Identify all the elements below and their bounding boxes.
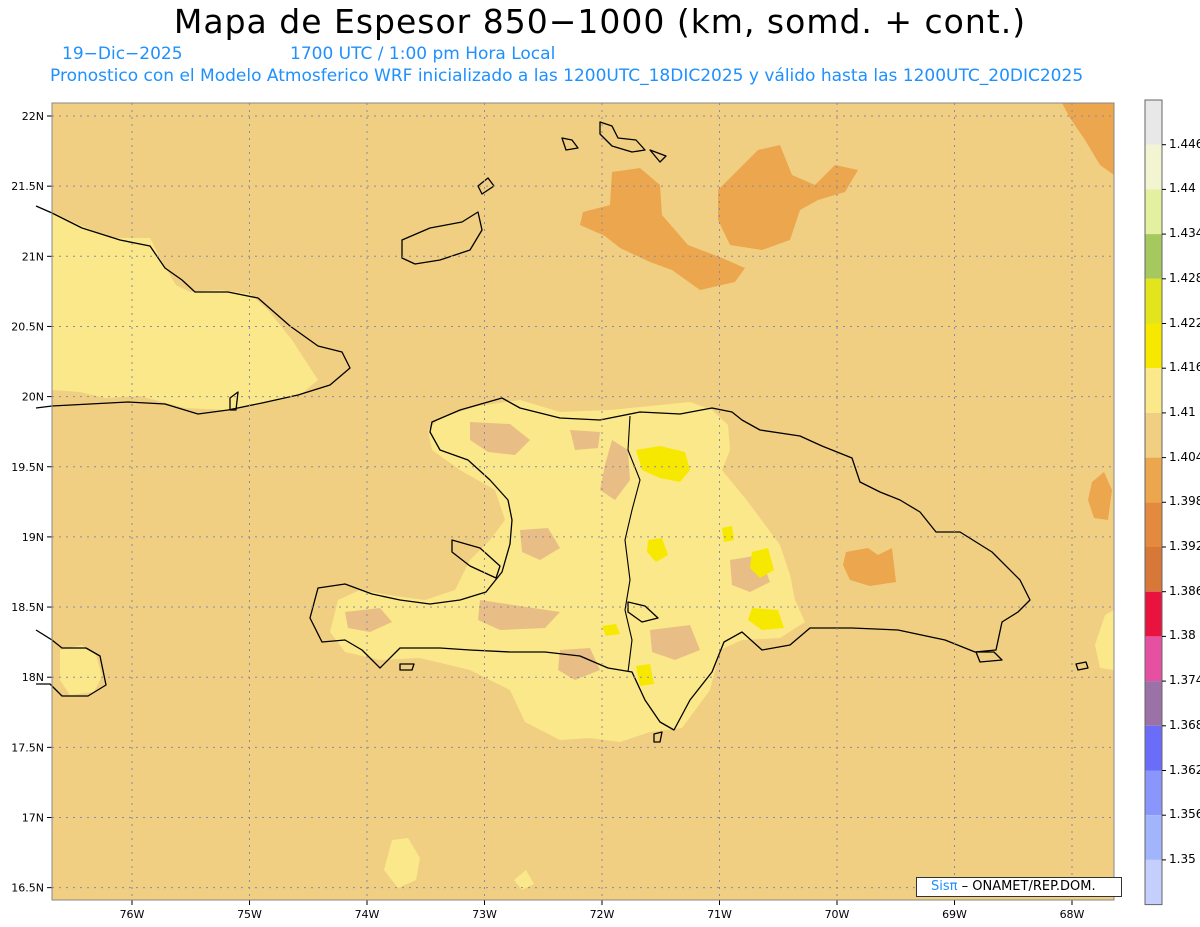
colorbar-swatch	[1145, 770, 1162, 816]
credit-org: – ONAMET/REP.DOM.	[957, 879, 1096, 894]
colorbar-swatch	[1145, 815, 1162, 860]
colorbar-swatch	[1145, 412, 1162, 458]
lat-tick-label: 16.5N	[11, 882, 44, 895]
longitude-axis: 76W 75W 74W 73W 72W 71W 70W 69W 68W	[120, 900, 1085, 921]
colorbar-label: 1.416	[1169, 360, 1200, 375]
colorbar-swatch	[1145, 278, 1162, 324]
colorbar-label: 1.38	[1169, 628, 1196, 643]
colorbar-swatch	[1145, 368, 1162, 413]
colorbar-label: 1.356	[1169, 807, 1200, 822]
lon-tick-label: 73W	[472, 908, 497, 921]
colorbar-swatch	[1145, 144, 1162, 190]
colorbar-swatch	[1145, 189, 1162, 235]
lat-tick-label: 18.5N	[11, 601, 44, 614]
colorbar-label: 1.446	[1169, 136, 1200, 151]
colorbar-label: 1.374	[1169, 673, 1200, 688]
lon-tick-label: 75W	[237, 908, 262, 921]
lat-tick-label: 20.5N	[11, 320, 44, 333]
colorbar-label: 1.35	[1169, 851, 1196, 866]
lat-tick-label: 19.5N	[11, 461, 44, 474]
lon-tick-label: 68W	[1060, 908, 1085, 921]
colorbar-label: 1.362	[1169, 762, 1200, 777]
colorbar-swatch	[1145, 234, 1162, 279]
colorbar-swatch	[1145, 636, 1162, 682]
lon-tick-label: 72W	[590, 908, 615, 921]
lon-tick-label: 71W	[707, 908, 732, 921]
colorbar-label: 1.368	[1169, 717, 1200, 732]
colorbar-swatch	[1145, 681, 1162, 726]
colorbar-label: 1.398	[1169, 494, 1200, 509]
lon-tick-label: 74W	[355, 908, 380, 921]
lon-tick-label: 76W	[120, 908, 145, 921]
lat-tick-label: 19N	[22, 531, 44, 544]
credit-brand: Sisπ	[931, 879, 958, 894]
colorbar-swatch	[1145, 100, 1162, 145]
colorbar-label: 1.434	[1169, 226, 1200, 241]
colorbar-swatch	[1145, 457, 1162, 503]
colorbar-label: 1.404	[1169, 449, 1200, 464]
credit-box: Sisπ – ONAMET/REP.DOM.	[916, 877, 1122, 897]
thickness-map: 22N 21.5N 21N 20.5N 20N 19.5N 19N 18.5N 18N 17.5N…	[11, 99, 1166, 921]
lat-tick-label: 17.5N	[11, 741, 44, 754]
colorbar-label: 1.428	[1169, 270, 1200, 285]
colorbar-label: 1.44	[1169, 181, 1196, 196]
colorbar-swatch	[1145, 323, 1162, 369]
lat-tick-label: 18N	[22, 671, 44, 684]
latitude-axis: 22N 21.5N 21N 20.5N 20N 19.5N 19N 18.5N 18N 17.5N…	[11, 110, 52, 895]
lat-tick-label: 22N	[22, 110, 44, 123]
colorbar-label: 1.41	[1169, 404, 1196, 419]
colorbar-swatch	[1145, 502, 1162, 547]
lon-tick-label: 69W	[942, 908, 967, 921]
colorbar-swatch	[1145, 725, 1162, 771]
lat-tick-label: 21N	[22, 250, 44, 263]
lat-tick-label: 20N	[22, 391, 44, 404]
colorbar-swatch	[1145, 859, 1162, 905]
colorbar-label: 1.392	[1169, 539, 1200, 553]
colorbar-swatch	[1145, 547, 1162, 592]
colorbar	[1144, 99, 1166, 906]
lat-tick-label: 17N	[22, 812, 44, 825]
colorbar-label: 1.386	[1169, 583, 1200, 598]
colorbar-label: 1.422	[1169, 315, 1200, 330]
lat-tick-label: 21.5N	[11, 180, 44, 193]
colorbar-swatch	[1145, 591, 1162, 637]
lon-tick-label: 70W	[825, 908, 850, 921]
